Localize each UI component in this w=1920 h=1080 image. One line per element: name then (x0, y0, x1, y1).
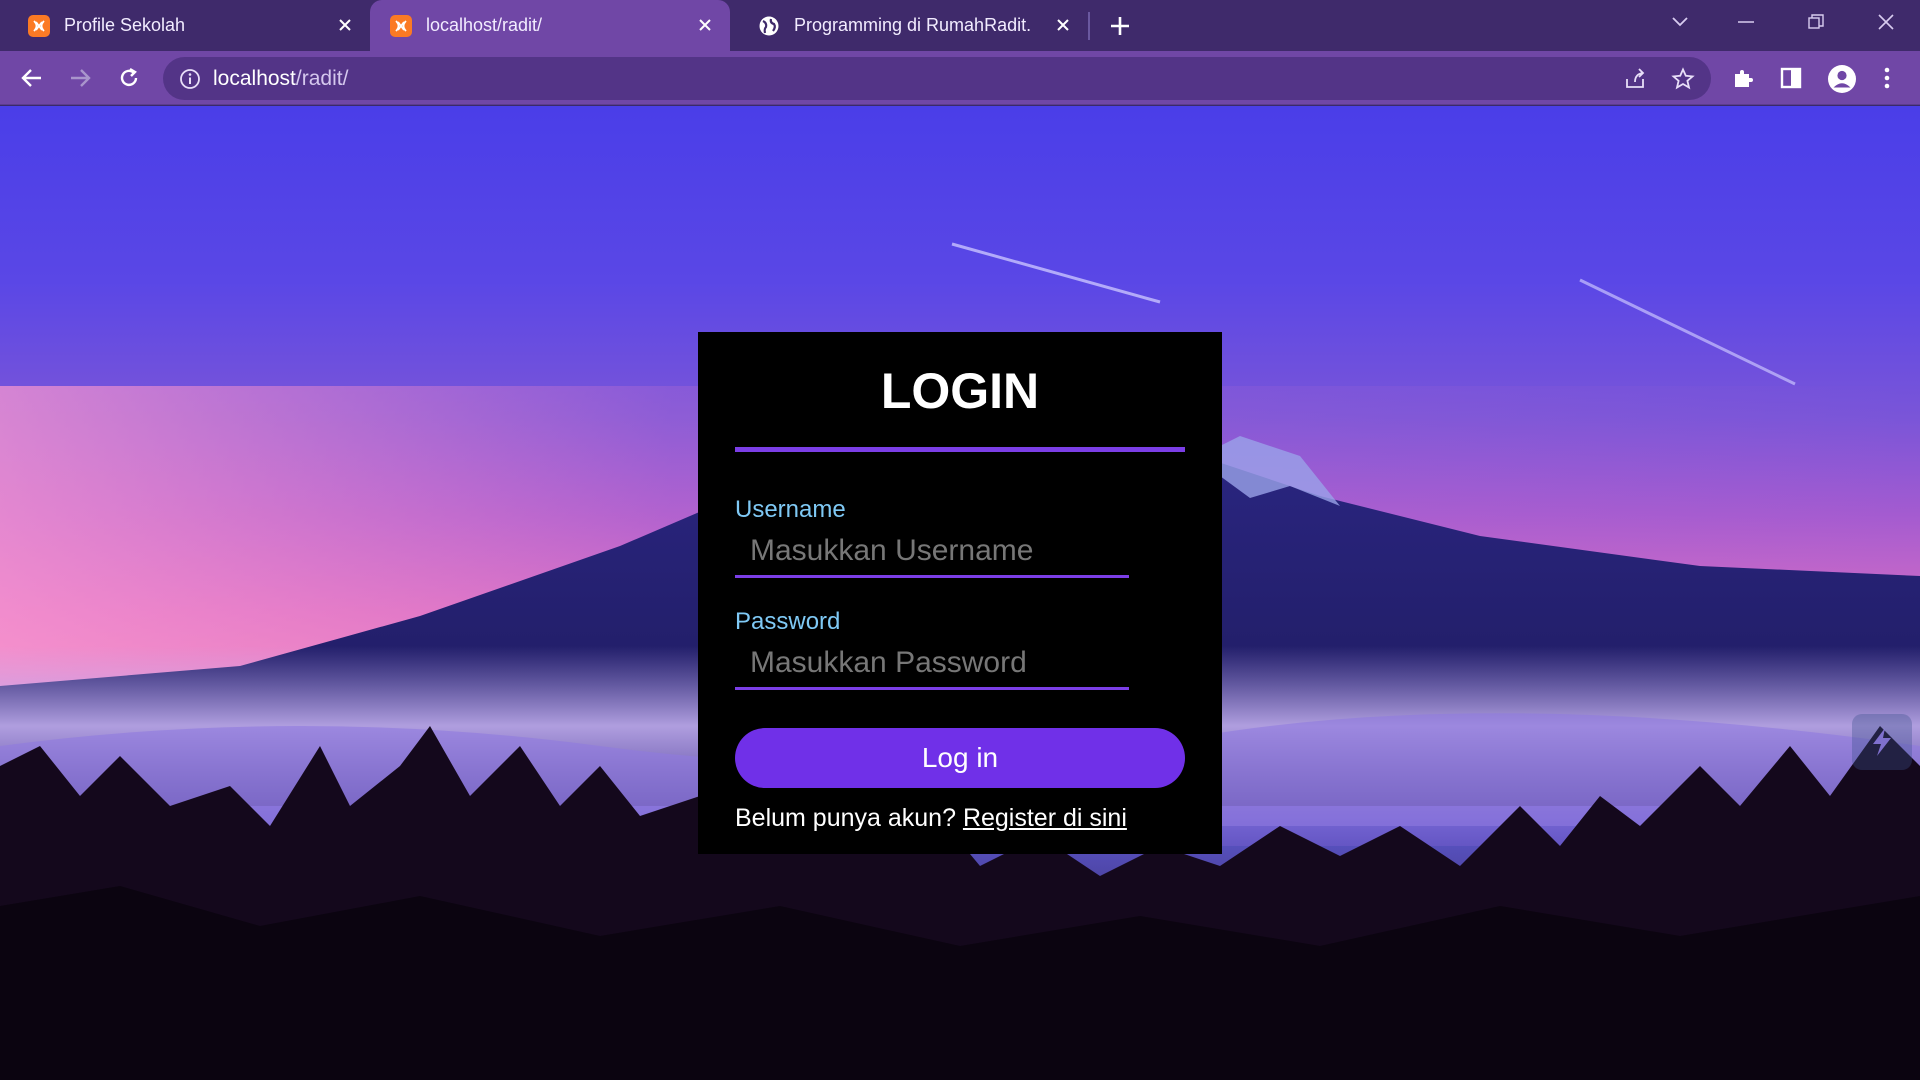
chevron-down-icon (1672, 17, 1688, 27)
xampp-icon (390, 14, 412, 37)
tab-profile-sekolah[interactable]: Profile Sekolah (0, 0, 370, 51)
tab-title: Profile Sekolah (64, 15, 186, 35)
arrow-right-icon (71, 69, 91, 87)
restore-icon (1808, 14, 1824, 29)
address-bar[interactable]: localhost/radit/ (163, 57, 1711, 100)
profile-button[interactable] (1826, 63, 1858, 95)
page-viewport: LOGIN Username Password Log in Belum pun… (0, 106, 1920, 1080)
lightning-icon (1873, 728, 1891, 756)
puzzle-icon (1735, 70, 1753, 87)
password-label: Password (735, 608, 841, 635)
register-prompt: Belum punya akun? (735, 804, 956, 832)
kebab-menu-icon (1884, 67, 1890, 89)
tab-title: Programming di RumahRadit. (794, 15, 1032, 35)
browser-toolbar: localhost/radit/ (0, 51, 1920, 105)
close-icon[interactable] (694, 14, 716, 36)
globe-icon (758, 15, 780, 37)
star-icon[interactable] (1671, 67, 1695, 91)
info-icon[interactable] (179, 68, 201, 90)
close-icon (1878, 14, 1894, 30)
url-text[interactable]: localhost/radit/ (213, 67, 348, 91)
restore-button[interactable] (1786, 0, 1846, 44)
close-icon[interactable] (334, 14, 356, 36)
password-input[interactable] (735, 638, 1129, 690)
url-host: localhost (213, 67, 296, 90)
side-panel-button[interactable] (1778, 65, 1804, 91)
tab-localhost-radit[interactable]: localhost/radit/ (370, 0, 730, 51)
minimize-button[interactable] (1716, 0, 1776, 44)
xampp-icon (28, 14, 50, 37)
url-path: /radit/ (295, 67, 349, 90)
forward-button[interactable] (63, 61, 97, 95)
title-divider (735, 447, 1185, 452)
login-title: LOGIN (880, 363, 1040, 419)
floating-extension-button[interactable] (1852, 714, 1912, 770)
side-panel-icon (1780, 67, 1802, 89)
tab-search-button[interactable] (1650, 0, 1710, 44)
username-label: Username (735, 496, 846, 523)
extensions-button[interactable] (1730, 65, 1756, 91)
close-window-button[interactable] (1856, 0, 1916, 44)
register-link[interactable]: Register di sini (963, 804, 1127, 832)
login-card: LOGIN Username Password Log in Belum pun… (698, 332, 1222, 854)
close-icon[interactable] (1052, 14, 1074, 36)
minimize-icon (1738, 21, 1754, 23)
share-icon[interactable] (1623, 67, 1647, 91)
login-button[interactable]: Log in (735, 728, 1185, 788)
menu-button[interactable] (1874, 65, 1900, 91)
back-button[interactable] (15, 61, 49, 95)
avatar-icon (1828, 65, 1856, 93)
reload-button[interactable] (112, 61, 146, 95)
plus-icon (1111, 17, 1129, 35)
arrow-left-icon (21, 69, 41, 87)
tab-programming-rumahradit[interactable]: Programming di RumahRadit. (730, 0, 1088, 51)
new-tab-button[interactable] (1105, 11, 1135, 41)
tab-strip: Profile Sekolah localhost/radit/ Program… (0, 0, 1920, 51)
register-line: Belum punya akun? Register di sini (735, 804, 1127, 833)
tab-title: localhost/radit/ (426, 15, 543, 35)
username-input[interactable] (735, 526, 1129, 578)
tab-separator (1088, 12, 1090, 40)
reload-icon (120, 67, 138, 87)
